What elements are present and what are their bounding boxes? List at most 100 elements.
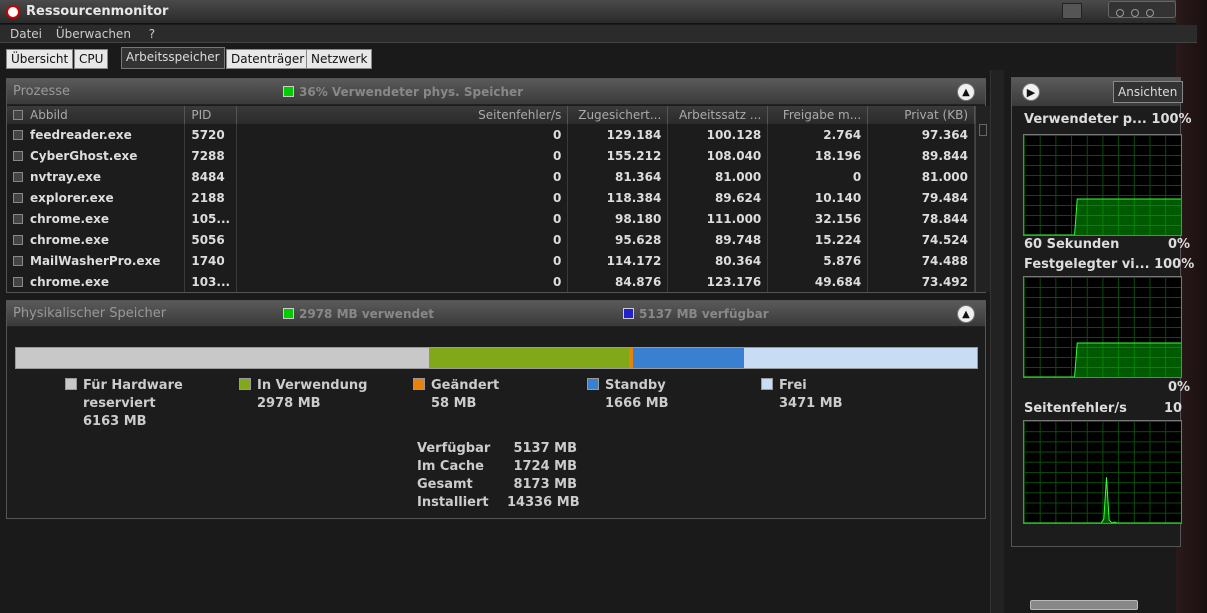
row-checkbox[interactable] [13,192,23,203]
table-cell: 0 [236,166,569,187]
minimize-button[interactable] [1116,9,1124,17]
views-button[interactable]: Ansichten [1113,81,1183,103]
sidebar-scrollbar[interactable] [1030,600,1138,610]
tab-datentraeger[interactable]: Datenträger [226,49,310,69]
graph-1-max: 100% [1151,112,1192,127]
graph-2-label: Festgelegter vi... 100% [1024,257,1194,272]
table-row[interactable]: chrome.exe 103... 0 84.876 123.176 49.684 73.4… [7,271,975,292]
row-checkbox[interactable] [13,129,23,140]
memory-stats: Verfügbar 5137 MB Im Cache 1724 MB Gesamt 8… [417,441,580,513]
memory-usage-bar [15,347,978,369]
menu-help[interactable]: ? [149,27,155,41]
graph-sidebar: ▶ Ansichten Verwendeter p... 100% 60 Sek… [1011,77,1194,547]
row-checkbox[interactable] [13,213,23,224]
table-cell: 129.184 [567,124,669,145]
graph-committed-virtual [1023,276,1182,378]
process-name: chrome.exe [30,274,110,289]
table-row[interactable]: MailWasherPro.exe 1740 0 114.172 80.364 5.876… [7,250,975,271]
col-zugesichert[interactable]: Zugesichert... [567,106,669,124]
row-checkbox[interactable] [13,276,23,287]
process-name: feedreader.exe [30,127,132,142]
process-scrollbar[interactable] [975,106,990,292]
stat-key: Gesamt [417,477,473,492]
legend-value: 2978 MB [257,396,321,411]
table-cell: 79.484 [867,187,975,208]
row-checkbox[interactable] [13,150,23,161]
close-button[interactable] [1146,9,1154,17]
legend-value: 1666 MB [605,396,669,411]
table-row[interactable]: chrome.exe 105... 0 98.180 111.000 32.156 78.8… [7,208,975,229]
legend-hardware-reserved: Für Hardware reserviert 6163 MB [65,377,183,431]
table-cell: 114.172 [567,250,669,271]
table-cell: 89.624 [667,187,769,208]
menu-datei[interactable]: Datei [10,27,42,41]
legend-swatch-icon [587,378,599,390]
table-cell: 95.628 [567,229,669,250]
table-cell: 2.764 [767,124,869,145]
col-seitenfehler[interactable]: Seitenfehler/s [236,106,569,124]
table-row[interactable]: explorer.exe 2188 0 118.384 89.624 10.140 79.4… [7,187,975,208]
table-row[interactable]: CyberGhost.exe 7288 0 155.212 108.040 18.196 8… [7,145,975,166]
pane-splitter[interactable] [990,70,1004,613]
legend-label-cont: reserviert [83,396,156,411]
memory-indicator-icon [283,86,294,97]
legend-swatch-icon [761,378,773,390]
table-row[interactable]: nvtray.exe 8484 0 81.364 81.000 0 81.000 [7,166,975,187]
used-info-text: 2978 MB verwendet [299,307,434,321]
collapse-icon[interactable]: ▲ [957,83,975,101]
process-name: nvtray.exe [30,169,102,184]
graph-1-foot-right: 0% [1168,237,1191,252]
table-cell: 81.000 [667,166,769,187]
maximize-button[interactable] [1131,9,1139,17]
col-arbeitssatz[interactable]: Arbeitssatz ... [667,106,769,124]
table-cell: 0 [236,145,569,166]
tab-cpu[interactable]: CPU [74,49,109,69]
graph-3-label: Seitenfehler/s 10 [1024,401,1182,416]
col-abbild[interactable]: Abbild [7,106,186,124]
window-controls[interactable] [1108,1,1176,18]
table-cell: 0 [236,250,569,271]
chevron-right-icon[interactable]: ▶ [1022,83,1040,101]
legend-modified: Geändert 58 MB [413,377,499,413]
used-info: 2978 MB verwendet [283,307,434,321]
graph-1-title: Verwendeter p... [1024,112,1147,127]
physical-memory-header[interactable]: Physikalischer Speicher 2978 MB verwende… [7,301,985,327]
tab-uebersicht[interactable]: Übersicht [6,49,74,69]
col-privat[interactable]: Privat (KB) [867,106,975,124]
processes-header[interactable]: Prozesse 36% Verwendeter phys. Speicher … [7,79,985,105]
processes-panel: Prozesse 36% Verwendeter phys. Speicher … [6,78,990,293]
legend-label: Geändert [431,378,500,393]
taskbar-thumbnail-icon[interactable] [1062,3,1082,19]
row-checkbox[interactable] [13,255,23,266]
table-cell: 18.196 [767,145,869,166]
stat-row: Im Cache 1724 MB [417,459,577,477]
menu-ueberwachen[interactable]: Überwachen [56,27,131,41]
legend-standby: Standby 1666 MB [587,377,669,413]
row-checkbox[interactable] [13,234,23,245]
process-name-cell: chrome.exe [7,208,186,229]
process-name-cell: CyberGhost.exe [7,145,186,166]
table-row[interactable]: feedreader.exe 5720 0 129.184 100.128 2.764 97… [7,124,975,145]
table-cell: 89.844 [867,145,975,166]
table-cell: 32.156 [767,208,869,229]
memory-bar-segment [744,348,977,368]
legend-swatch-icon [65,378,77,390]
legend-swatch-icon [239,378,251,390]
col-pid[interactable]: PID [184,106,238,124]
graph-line [1024,477,1181,523]
table-row[interactable]: chrome.exe 5056 0 95.628 89.748 15.224 74.524 [7,229,975,250]
row-checkbox[interactable] [13,171,23,182]
table-cell: 89.748 [667,229,769,250]
col-freigabe[interactable]: Freigabe m... [767,106,869,124]
stat-value: 5137 MB [513,441,577,456]
table-cell: 8484 [184,166,238,187]
menu-bar: Datei Überwachen ? [0,25,1197,43]
tab-netzwerk[interactable]: Netzwerk [306,49,373,69]
tab-arbeitsspeicher[interactable]: Arbeitsspeicher [121,47,225,69]
scroll-thumb[interactable] [979,124,987,136]
table-cell: 108.040 [667,145,769,166]
stat-value: 14336 MB [507,495,580,510]
select-all-checkbox[interactable] [13,110,23,120]
process-name-cell: chrome.exe [7,271,186,292]
collapse-icon[interactable]: ▲ [957,305,975,323]
